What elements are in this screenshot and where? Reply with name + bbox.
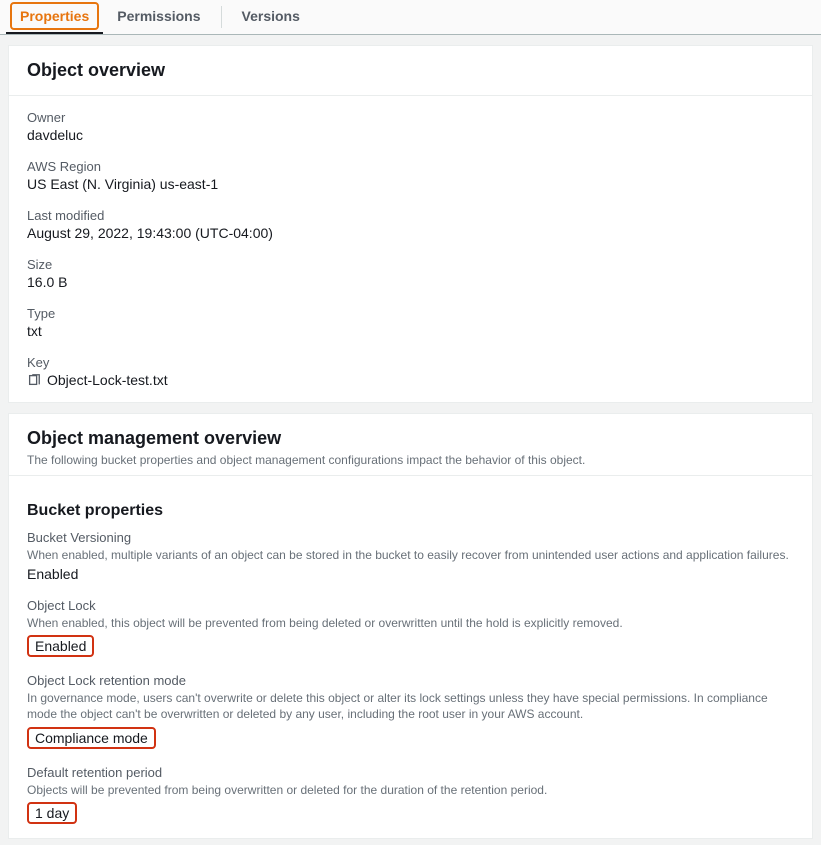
region-value: US East (N. Virginia) us-east-1 xyxy=(27,176,794,192)
field-versioning: Bucket Versioning When enabled, multiple… xyxy=(27,530,794,582)
tab-permissions-label: Permissions xyxy=(117,8,200,24)
modified-value: August 29, 2022, 19:43:00 (UTC-04:00) xyxy=(27,225,794,241)
size-label: Size xyxy=(27,257,794,272)
key-value: Object-Lock-test.txt xyxy=(47,372,168,388)
owner-value: davdeluc xyxy=(27,127,794,143)
object-overview-panel: Object overview Owner davdeluc AWS Regio… xyxy=(8,45,813,403)
tab-versions[interactable]: Versions xyxy=(228,0,314,34)
lock-label: Object Lock xyxy=(27,598,794,613)
mode-label: Object Lock retention mode xyxy=(27,673,794,688)
mode-desc: In governance mode, users can't overwrit… xyxy=(27,690,794,722)
field-last-modified: Last modified August 29, 2022, 19:43:00 … xyxy=(27,208,794,241)
tab-permissions[interactable]: Permissions xyxy=(103,0,214,34)
key-label: Key xyxy=(27,355,794,370)
tab-bar: Properties Permissions Versions xyxy=(0,0,821,35)
field-size: Size 16.0 B xyxy=(27,257,794,290)
size-value: 16.0 B xyxy=(27,274,794,290)
lock-value: Enabled xyxy=(27,635,94,657)
mgmt-header: Object management overview The following… xyxy=(9,414,812,476)
tab-divider xyxy=(221,6,222,28)
retention-desc: Objects will be prevented from being ove… xyxy=(27,782,794,798)
field-retention-period: Default retention period Objects will be… xyxy=(27,765,794,824)
region-label: AWS Region xyxy=(27,159,794,174)
owner-label: Owner xyxy=(27,110,794,125)
mgmt-sub: The following bucket properties and obje… xyxy=(27,452,794,469)
type-value: txt xyxy=(27,323,794,339)
bucket-properties-title: Bucket properties xyxy=(27,502,794,520)
tab-properties[interactable]: Properties xyxy=(6,0,103,34)
field-object-lock: Object Lock When enabled, this object wi… xyxy=(27,598,794,657)
modified-label: Last modified xyxy=(27,208,794,223)
type-label: Type xyxy=(27,306,794,321)
versioning-desc: When enabled, multiple variants of an ob… xyxy=(27,547,794,563)
object-management-panel: Object management overview The following… xyxy=(8,413,813,839)
tab-versions-label: Versions xyxy=(242,8,300,24)
field-key: Key Object-Lock-test.txt xyxy=(27,355,794,388)
key-row: Object-Lock-test.txt xyxy=(27,372,794,388)
field-retention-mode: Object Lock retention mode In governance… xyxy=(27,673,794,748)
panel-header: Object overview xyxy=(9,46,812,96)
lock-desc: When enabled, this object will be preven… xyxy=(27,615,794,631)
retention-label: Default retention period xyxy=(27,765,794,780)
retention-value: 1 day xyxy=(27,802,77,824)
field-type: Type txt xyxy=(27,306,794,339)
overview-body: Owner davdeluc AWS Region US East (N. Vi… xyxy=(9,96,812,402)
page-title: Object overview xyxy=(27,60,794,81)
versioning-value: Enabled xyxy=(27,566,794,582)
mgmt-body: Bucket properties Bucket Versioning When… xyxy=(9,476,812,838)
copy-icon[interactable] xyxy=(27,373,41,387)
field-owner: Owner davdeluc xyxy=(27,110,794,143)
field-region: AWS Region US East (N. Virginia) us-east… xyxy=(27,159,794,192)
mgmt-title: Object management overview xyxy=(27,428,794,449)
versioning-label: Bucket Versioning xyxy=(27,530,794,545)
tab-properties-label: Properties xyxy=(20,8,89,24)
mode-value: Compliance mode xyxy=(27,727,156,749)
